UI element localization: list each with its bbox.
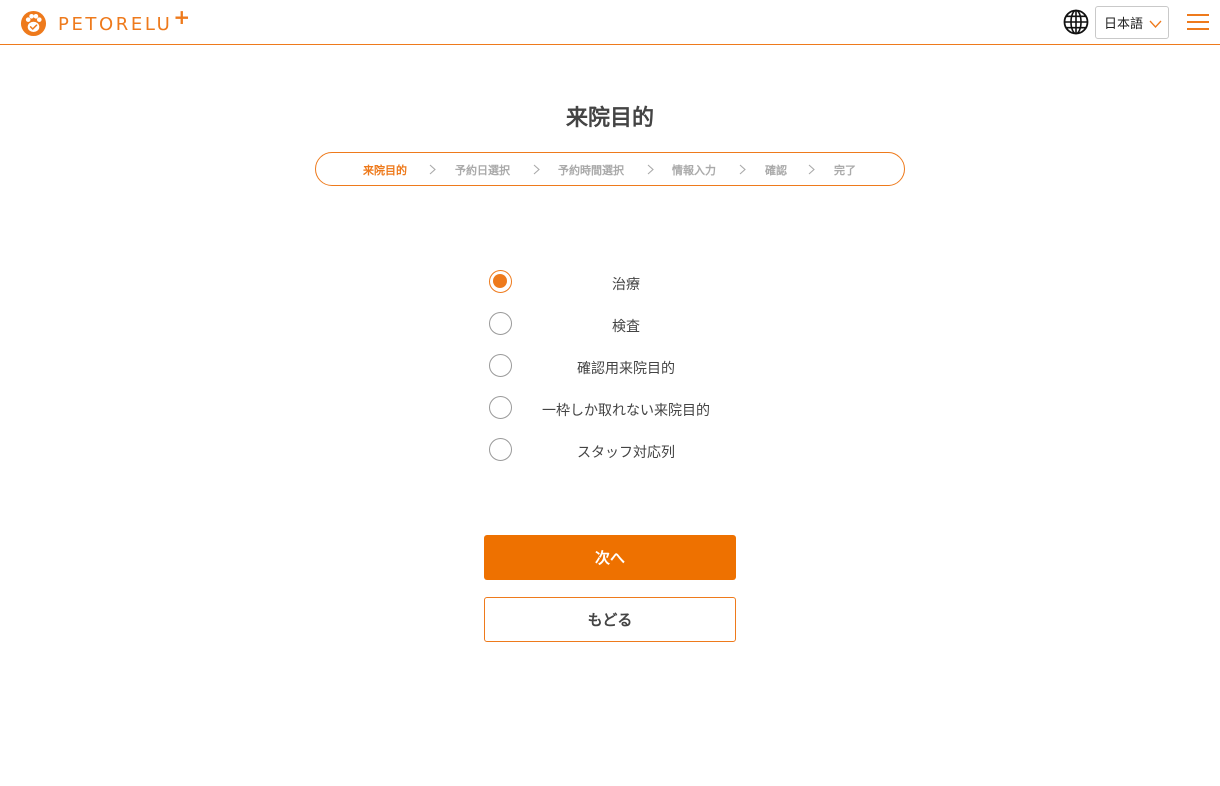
step-visit-purpose: 来院目的 xyxy=(363,164,407,177)
page-title: 来院目的 xyxy=(565,106,654,131)
globe-icon xyxy=(1063,9,1089,35)
step-complete: 完了 xyxy=(834,164,856,177)
radio-button[interactable] xyxy=(489,396,512,419)
language-value: 日本語 xyxy=(1104,17,1144,32)
next-button[interactable]: 次へ xyxy=(484,535,736,580)
chevron-right-icon xyxy=(808,164,815,175)
purpose-option[interactable]: スタッフ対応列 xyxy=(489,438,739,462)
purpose-label: 確認用来院目的 xyxy=(577,361,675,377)
brand-name: PETORELU xyxy=(58,13,173,35)
purpose-label: スタッフ対応列 xyxy=(577,445,675,461)
purpose-option[interactable]: 検査 xyxy=(489,312,739,336)
chevron-right-icon xyxy=(429,164,436,175)
purpose-label: 一枠しか取れない来院目的 xyxy=(542,403,710,419)
chevron-right-icon xyxy=(739,164,746,175)
purpose-label: 検査 xyxy=(612,319,640,335)
step-time-select: 予約時間選択 xyxy=(558,164,624,177)
brand-plus: + xyxy=(173,5,191,29)
hamburger-menu-icon[interactable] xyxy=(1187,13,1209,31)
purpose-option[interactable]: 確認用来院目的 xyxy=(489,354,739,378)
purpose-label: 治療 xyxy=(612,277,640,293)
radio-button[interactable] xyxy=(489,312,512,335)
chevron-down-icon xyxy=(1149,20,1162,28)
paw-logo-icon xyxy=(20,10,47,36)
radio-button[interactable] xyxy=(489,270,512,293)
step-info-input: 情報入力 xyxy=(672,164,716,177)
purpose-option[interactable]: 一枠しか取れない来院目的 xyxy=(489,396,739,420)
radio-button[interactable] xyxy=(489,438,512,461)
step-confirm: 確認 xyxy=(765,164,787,177)
progress-steps: 来院目的 予約日選択 予約時間選択 情報入力 確認 完了 xyxy=(315,152,905,186)
brand-logo[interactable]: PETORELU + xyxy=(20,5,190,37)
radio-button[interactable] xyxy=(489,354,512,377)
app-header: PETORELU + 日本語 xyxy=(0,0,1220,45)
chevron-right-icon xyxy=(533,164,540,175)
chevron-right-icon xyxy=(647,164,654,175)
language-select[interactable]: 日本語 xyxy=(1095,6,1169,39)
back-button[interactable]: もどる xyxy=(484,597,736,642)
step-date-select: 予約日選択 xyxy=(455,164,510,177)
purpose-option[interactable]: 治療 xyxy=(489,270,739,294)
